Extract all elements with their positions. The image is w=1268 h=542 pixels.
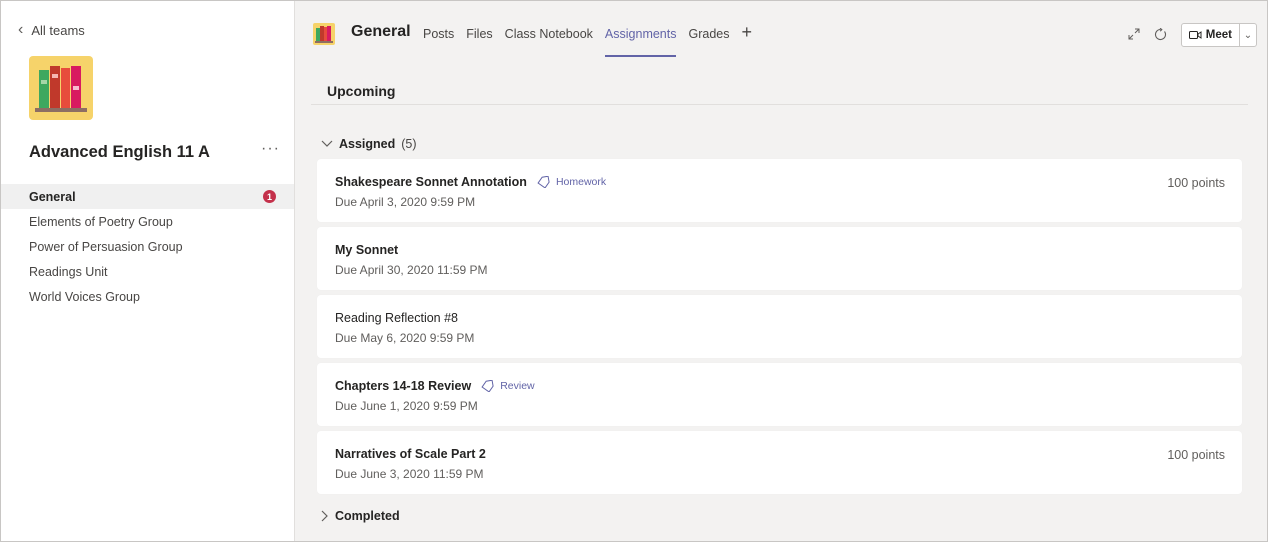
- assignment-due: Due April 30, 2020 11:59 PM: [335, 263, 488, 277]
- assigned-count: (5): [401, 137, 417, 151]
- channel-item-elements-of-poetry[interactable]: Elements of Poetry Group: [1, 209, 294, 234]
- tab-grades[interactable]: Grades: [688, 27, 729, 43]
- tab-files[interactable]: Files: [466, 27, 492, 43]
- assignment-tag: Homework: [537, 176, 606, 188]
- assignment-card[interactable]: My Sonnet Due April 30, 2020 11:59 PM: [317, 227, 1242, 290]
- main-panel: General Posts Files Class Notebook Assig…: [295, 1, 1267, 541]
- sidebar: ‹ All teams Advanced English 11 A ··· Ge…: [1, 1, 295, 541]
- tab-class-notebook[interactable]: Class Notebook: [505, 27, 593, 43]
- channel-item-world-voices[interactable]: World Voices Group: [1, 284, 294, 309]
- chevron-right-icon: [321, 510, 328, 522]
- teams-window: ‹ All teams Advanced English 11 A ··· Ge…: [0, 0, 1268, 542]
- channel-label: World Voices Group: [29, 289, 140, 304]
- assignment-title-row: Narratives of Scale Part 2: [335, 447, 486, 461]
- header-actions: Meet ⌄: [1128, 23, 1257, 47]
- channel-item-general[interactable]: General 1: [1, 184, 294, 209]
- channel-label: General: [29, 189, 76, 204]
- tag-icon: [537, 176, 550, 188]
- channel-header: General Posts Files Class Notebook Assig…: [295, 1, 1267, 63]
- tag-icon: [481, 380, 494, 392]
- all-teams-label: All teams: [31, 23, 85, 38]
- tab-bar: Posts Files Class Notebook Assignments G…: [423, 22, 752, 57]
- channel-item-power-of-persuasion[interactable]: Power of Persuasion Group: [1, 234, 294, 259]
- completed-label: Completed: [335, 509, 400, 523]
- assignment-title-row: Shakespeare Sonnet Annotation Homework: [335, 175, 606, 189]
- tab-posts[interactable]: Posts: [423, 27, 454, 43]
- assignment-title-row: Chapters 14-18 Review Review: [335, 379, 535, 393]
- refresh-icon[interactable]: [1154, 27, 1167, 43]
- channel-title: General: [351, 23, 411, 40]
- assignment-title-row: Reading Reflection #8: [335, 311, 458, 325]
- section-title: Upcoming: [327, 83, 396, 99]
- assignment-title: Shakespeare Sonnet Annotation: [335, 175, 527, 189]
- assignment-title: Chapters 14-18 Review: [335, 379, 472, 393]
- channel-label: Power of Persuasion Group: [29, 239, 183, 254]
- more-options-icon[interactable]: ···: [261, 140, 280, 158]
- tab-assignments[interactable]: Assignments: [604, 27, 676, 57]
- completed-toggle[interactable]: Completed: [321, 509, 400, 523]
- video-camera-icon: [1188, 31, 1202, 39]
- team-logo-books-icon: [29, 56, 93, 120]
- assignment-title: Reading Reflection #8: [335, 311, 458, 325]
- chevron-left-icon: ‹: [18, 20, 24, 38]
- assignment-title: My Sonnet: [335, 243, 399, 257]
- meet-label: Meet: [1205, 29, 1232, 41]
- channel-label: Readings Unit: [29, 264, 108, 279]
- assigned-label: Assigned: [339, 137, 396, 151]
- channel-list: General 1 Elements of Poetry Group Power…: [1, 184, 294, 309]
- assignment-points: 100 points: [1167, 448, 1225, 462]
- add-tab-icon[interactable]: +: [741, 22, 752, 43]
- chevron-down-icon[interactable]: ⌄: [1239, 24, 1256, 46]
- assignment-card[interactable]: Chapters 14-18 Review Review Due June 1,…: [317, 363, 1242, 426]
- assigned-toggle[interactable]: Assigned (5): [321, 137, 417, 151]
- team-name: Advanced English 11 A: [29, 143, 210, 161]
- divider: [311, 104, 1248, 105]
- channel-item-readings-unit[interactable]: Readings Unit: [1, 259, 294, 284]
- assignment-due: Due May 6, 2020 9:59 PM: [335, 331, 475, 345]
- assignment-points: 100 points: [1167, 176, 1225, 190]
- chevron-down-icon: [321, 140, 333, 147]
- assignment-title-row: My Sonnet: [335, 243, 398, 257]
- assignment-due: Due April 3, 2020 9:59 PM: [335, 195, 476, 209]
- all-teams-link[interactable]: ‹ All teams: [18, 20, 85, 38]
- team-logo-books-icon: [313, 23, 335, 45]
- notification-badge: 1: [263, 190, 276, 203]
- assignment-tag: Review: [481, 380, 535, 392]
- assignment-due: Due June 3, 2020 11:59 PM: [335, 467, 484, 481]
- meet-button[interactable]: Meet: [1182, 24, 1239, 46]
- channel-label: Elements of Poetry Group: [29, 214, 173, 229]
- tag-label: Homework: [555, 176, 607, 188]
- assignment-card[interactable]: Reading Reflection #8 Due May 6, 2020 9:…: [317, 295, 1242, 358]
- assignment-card[interactable]: Narratives of Scale Part 2 Due June 3, 2…: [317, 431, 1242, 494]
- assignment-due: Due June 1, 2020 9:59 PM: [335, 399, 478, 413]
- assignment-card[interactable]: Shakespeare Sonnet Annotation Homework D…: [317, 159, 1242, 222]
- expand-icon[interactable]: [1128, 28, 1140, 42]
- tag-label: Review: [500, 380, 535, 392]
- meet-button-group: Meet ⌄: [1180, 23, 1257, 47]
- assignment-title: Narratives of Scale Part 2: [335, 447, 486, 461]
